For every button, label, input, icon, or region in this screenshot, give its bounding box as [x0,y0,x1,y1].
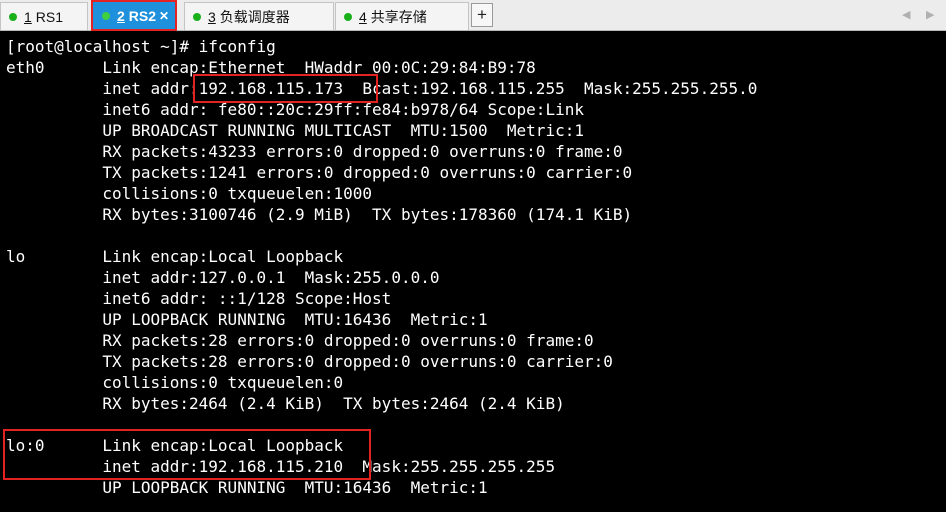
tab-shared-storage[interactable]: 4 共享存储 [335,2,469,30]
chevron-right-icon[interactable]: ▶ [926,8,934,21]
terminal-line: TX packets:1241 errors:0 dropped:0 overr… [6,163,633,182]
chevron-left-icon[interactable]: ◀ [902,8,910,21]
terminal-output[interactable]: [root@localhost ~]# ifconfig eth0 Link e… [0,31,946,512]
status-dot-icon [344,12,352,21]
status-dot-icon [193,12,201,21]
status-dot-icon [9,12,17,21]
status-dot-icon [102,12,110,20]
terminal-line: TX packets:28 errors:0 dropped:0 overrun… [6,352,613,371]
terminal-line: collisions:0 txqueuelen:0 [6,373,344,392]
terminal-line: eth0 Link encap:Ethernet HWaddr 00:0C:29… [6,58,536,77]
tab-label: 共享存储 [370,8,427,25]
terminal-line: collisions:0 txqueuelen:1000 [6,184,373,203]
tab-number: 3 [208,8,216,25]
terminal-line: lo Link encap:Local Loopback [6,247,344,266]
tab-label: 负载调度器 [219,8,290,25]
terminal-line: RX packets:28 errors:0 dropped:0 overrun… [6,331,594,350]
tab-number: 1 [24,8,32,25]
terminal-line: UP LOOPBACK RUNNING MTU:16436 Metric:1 [6,478,488,497]
terminal-line: RX bytes:3100746 (2.9 MiB) TX bytes:1783… [6,205,633,224]
terminal-line: RX packets:43233 errors:0 dropped:0 over… [6,142,623,161]
terminal-line: inet6 addr: fe80::20c:29ff:fe84:b978/64 … [6,100,584,119]
terminal-line: [root@localhost ~]# ifconfig [6,37,276,56]
terminal-line: lo:0 Link encap:Local Loopback [6,436,344,455]
terminal-line: inet addr:192.168.115.210 Mask:255.255.2… [6,457,556,476]
terminal-line: inet6 addr: ::1/128 Scope:Host [6,289,392,308]
tab-label: RS2 [128,8,157,24]
close-icon[interactable]: ✕ [159,10,169,22]
tab-load-balancer[interactable]: 3 负载调度器 [184,2,334,30]
tab-rs2[interactable]: 2 RS2 ✕ [93,2,175,30]
tab-label: RS1 [35,8,64,25]
tab-rs1[interactable]: 1 RS1 [0,2,88,30]
terminal-line: inet addr:192.168.115.173 Bcast:192.168.… [6,79,758,98]
tab-bar: 1 RS1 2 RS2 ✕ 3 负载调度器 4 共享存储 + ◀ ▶ [0,0,946,31]
terminal-line: RX bytes:2464 (2.4 KiB) TX bytes:2464 (2… [6,394,565,413]
tab-number: 2 [117,8,125,24]
terminal-line: UP BROADCAST RUNNING MULTICAST MTU:1500 … [6,121,584,140]
tab-number: 4 [359,8,367,25]
terminal-line: UP LOOPBACK RUNNING MTU:16436 Metric:1 [6,310,488,329]
terminal-line: inet addr:127.0.0.1 Mask:255.0.0.0 [6,268,440,287]
add-tab-button[interactable]: + [471,3,493,27]
